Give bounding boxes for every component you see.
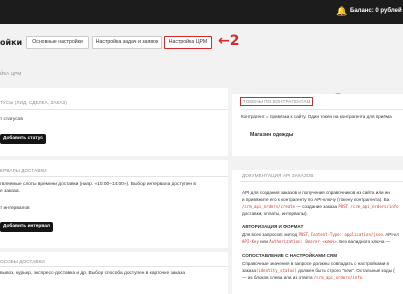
mapping-line-3: — из блоков слева или из ответа /crm_api… bbox=[242, 275, 363, 280]
code-api-key: API-Key bbox=[242, 239, 259, 244]
add-interval-button[interactable]: Добавить интервал bbox=[0, 222, 53, 232]
bell-icon[interactable]: 🔔 bbox=[336, 6, 347, 17]
delivery-methods-description: вывоз, курьер, экспресс-доставка и др. В… bbox=[0, 271, 186, 276]
intervals-description-2: е заказа. bbox=[0, 189, 20, 194]
divider bbox=[0, 176, 228, 177]
store-name[interactable]: Магазин одежды bbox=[250, 132, 293, 138]
intervals-empty-text: т интервалов bbox=[0, 206, 30, 211]
delivery-methods-card: ОСОБЫ ДОСТАВКИ вывоз, курьер, экспресс-д… bbox=[0, 252, 228, 294]
auth-text: . Без валидного ключа — bbox=[336, 239, 391, 244]
code-info-endpoint: /crm_api_orders/info bbox=[313, 275, 363, 280]
tab-crm-settings[interactable]: Настройка ЦРМ bbox=[164, 36, 212, 49]
crm-settings-heading: ЙКА ЦРМ bbox=[0, 71, 22, 76]
auth-text: или bbox=[258, 239, 270, 244]
api-docs-paragraph-4: доставки, оплаты, интервалы). bbox=[242, 211, 308, 216]
mapping-text: должен быть строго "new". Остальные коды… bbox=[296, 268, 395, 273]
mapping-line-2: заказа(identity_status) должен быть стро… bbox=[242, 268, 395, 273]
balance-label: Баланс: 0 рублей bbox=[350, 8, 402, 14]
mapping-heading: СОПОСТАВЛЕНИЕ С НАСТРОЙКАМИ CRM bbox=[242, 253, 338, 258]
statuses-card: ТУСЫ (ЛИД, СДЕЛКА, ЗАКАЗ) т статусов Доб… bbox=[0, 88, 228, 156]
add-status-button[interactable]: Добавить статус bbox=[0, 134, 46, 144]
divider bbox=[0, 266, 228, 267]
tokens-title: ТОКЕНЫ ПО КОНТРАГЕНТАМ bbox=[243, 99, 311, 104]
mapping-line-1: Справочные значения в запросе должны сов… bbox=[242, 261, 389, 266]
api-docs-paragraph-1: API для создания заказов и получения спр… bbox=[242, 190, 390, 195]
intervals-title: ЕРВАЛЫ ДОСТАВКИ bbox=[0, 168, 47, 173]
code-create-endpoint: /crm_api_orders/create bbox=[242, 204, 295, 209]
auth-heading: АВТОРИЗАЦИЯ И ФОРМАТ bbox=[242, 224, 304, 229]
code-post: POST bbox=[298, 232, 309, 237]
api-docs-paragraph-2: и привяжите его к контрагенту по API-клю… bbox=[242, 197, 390, 202]
tab-tasks-settings[interactable]: Настройка задач и заявок bbox=[92, 36, 162, 49]
code-content-type: Content-Type: application/json bbox=[310, 232, 383, 237]
api-docs-card: ДОКУМЕНТАЦИЯ API ЗАКАЗОВ API для создани… bbox=[232, 170, 403, 294]
tokens-description: Контрагент = привязка к сайту. Один токе… bbox=[241, 114, 392, 119]
auth-text: . API-кл bbox=[382, 232, 399, 237]
tokens-title-box: ТОКЕНЫ ПО КОНТРАГЕНТАМ bbox=[240, 97, 314, 106]
code-identity-status: (identity_status) bbox=[255, 268, 297, 273]
code-info-endpoint: POST /crm_api_orders/info bbox=[338, 204, 399, 209]
divider bbox=[240, 181, 403, 182]
api-docs-paragraph-3: /crm_api_orders/create — создание заказа… bbox=[242, 204, 399, 209]
auth-line-1: Для всех запросов: метод POST, Content-T… bbox=[242, 232, 399, 237]
intervals-card: ЕРВАЛЫ ДОСТАВКИ гвляемые слоты времени д… bbox=[0, 160, 228, 248]
auth-line-2: API-Key или Authorization: Bearer <ключ>… bbox=[242, 239, 390, 244]
top-bar: 🔔 Баланс: 0 рублей bbox=[0, 0, 403, 24]
tab-general-settings[interactable]: Основные настройки bbox=[26, 36, 89, 49]
divider bbox=[0, 109, 228, 110]
divider bbox=[240, 109, 403, 110]
statuses-empty-text: т статусов bbox=[0, 117, 23, 122]
api-docs-text: — создание заказа bbox=[294, 204, 339, 209]
tokens-card: ТОКЕНЫ ПО КОНТРАГЕНТАМ Контрагент = прив… bbox=[232, 94, 403, 156]
api-docs-title: ДОКУМЕНТАЦИЯ API ЗАКАЗОВ bbox=[242, 173, 314, 178]
delivery-methods-title: ОСОБЫ ДОСТАВКИ bbox=[0, 259, 45, 264]
statuses-title: ТУСЫ (ЛИД, СДЕЛКА, ЗАКАЗ) bbox=[0, 100, 67, 105]
page-title: ойки bbox=[0, 38, 23, 47]
code-authorization: Authorization: Bearer <ключ> bbox=[269, 239, 337, 244]
mapping-text: — из блоков слева или из ответа bbox=[242, 275, 314, 280]
mapping-text: . bbox=[362, 275, 364, 280]
mapping-text: заказа bbox=[242, 268, 256, 273]
intervals-description: гвляемые слоты времени доставки (напр. «… bbox=[0, 182, 196, 187]
annotation-2: ←2 bbox=[218, 33, 240, 49]
auth-text: Для всех запросов: метод bbox=[242, 232, 299, 237]
